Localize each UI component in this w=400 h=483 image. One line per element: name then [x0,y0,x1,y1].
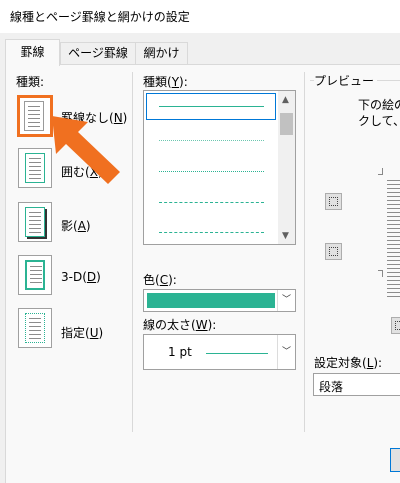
setting-title: 種類: [16,75,45,89]
tab-label: 網かけ [143,46,180,60]
border-top-button[interactable] [325,193,342,210]
setting-3d-label: 3-D(D) [61,270,101,284]
setting-none-button[interactable] [17,95,53,137]
chevron-down-icon[interactable]: ﹀ [277,290,295,311]
setting-shadow-label: 影(A) [61,219,91,233]
preview-page-lines [387,180,400,300]
setting-3d-button[interactable] [18,255,52,295]
scroll-thumb[interactable] [280,113,293,135]
color-dropdown[interactable]: ﹀ [143,289,296,312]
apply-to-label: 設定対象(L): [314,356,383,370]
line-style-dotted[interactable] [159,171,264,172]
line-style-dash-dot[interactable] [159,232,264,233]
preview-instruction-2: クして、 [358,114,400,128]
preview-corner-mark [378,168,383,175]
border-middle-button[interactable] [325,243,342,260]
tabstrip-line [5,64,400,65]
setting-box-button[interactable] [18,148,52,188]
setting-shadow-button[interactable] [18,202,52,242]
width-sample-line [206,353,268,354]
width-label: 線の太さ(W): [143,318,217,332]
preview-corner-mark [378,270,383,277]
preview-instruction-1: 下の絵の [358,98,400,112]
style-label: 種類(Y): [143,75,188,89]
column-divider [132,72,133,432]
apply-to-value: 段落 [319,380,344,394]
width-dropdown[interactable]: 1 pt ﹀ [143,334,296,370]
setting-custom-button[interactable] [18,308,52,348]
line-style-dashed[interactable] [159,202,264,203]
tab-label: 罫線 [20,45,45,59]
color-label: 色(C): [143,273,177,287]
column-divider [304,72,305,432]
line-style-list[interactable]: ▲ ▼ [143,90,296,245]
width-value: 1 pt [168,345,192,359]
chevron-down-icon[interactable]: ﹀ [277,335,295,369]
preview-title: プレビュー [314,72,378,89]
list-scrollbar[interactable]: ▲ ▼ [278,91,295,244]
line-style-dotted-fine[interactable] [159,140,264,141]
setting-custom-label: 指定(U) [61,326,104,340]
scroll-up-icon[interactable]: ▲ [282,95,289,105]
border-left-button[interactable] [391,317,400,334]
tab-label: ページ罫線 [68,46,128,60]
tab-shading[interactable]: 網かけ [135,42,188,64]
window-title: 線種とページ罫線と網かけの設定 [10,10,190,24]
line-style-solid[interactable] [159,106,264,107]
apply-to-dropdown[interactable]: 段落 [313,373,400,396]
scroll-down-icon[interactable]: ▼ [282,231,289,241]
color-swatch [147,293,275,308]
annotation-arrow-icon [52,116,120,184]
tab-page-borders[interactable]: ページ罫線 [60,42,136,64]
tab-borders[interactable]: 罫線 [5,39,60,66]
ok-button[interactable] [390,448,400,472]
